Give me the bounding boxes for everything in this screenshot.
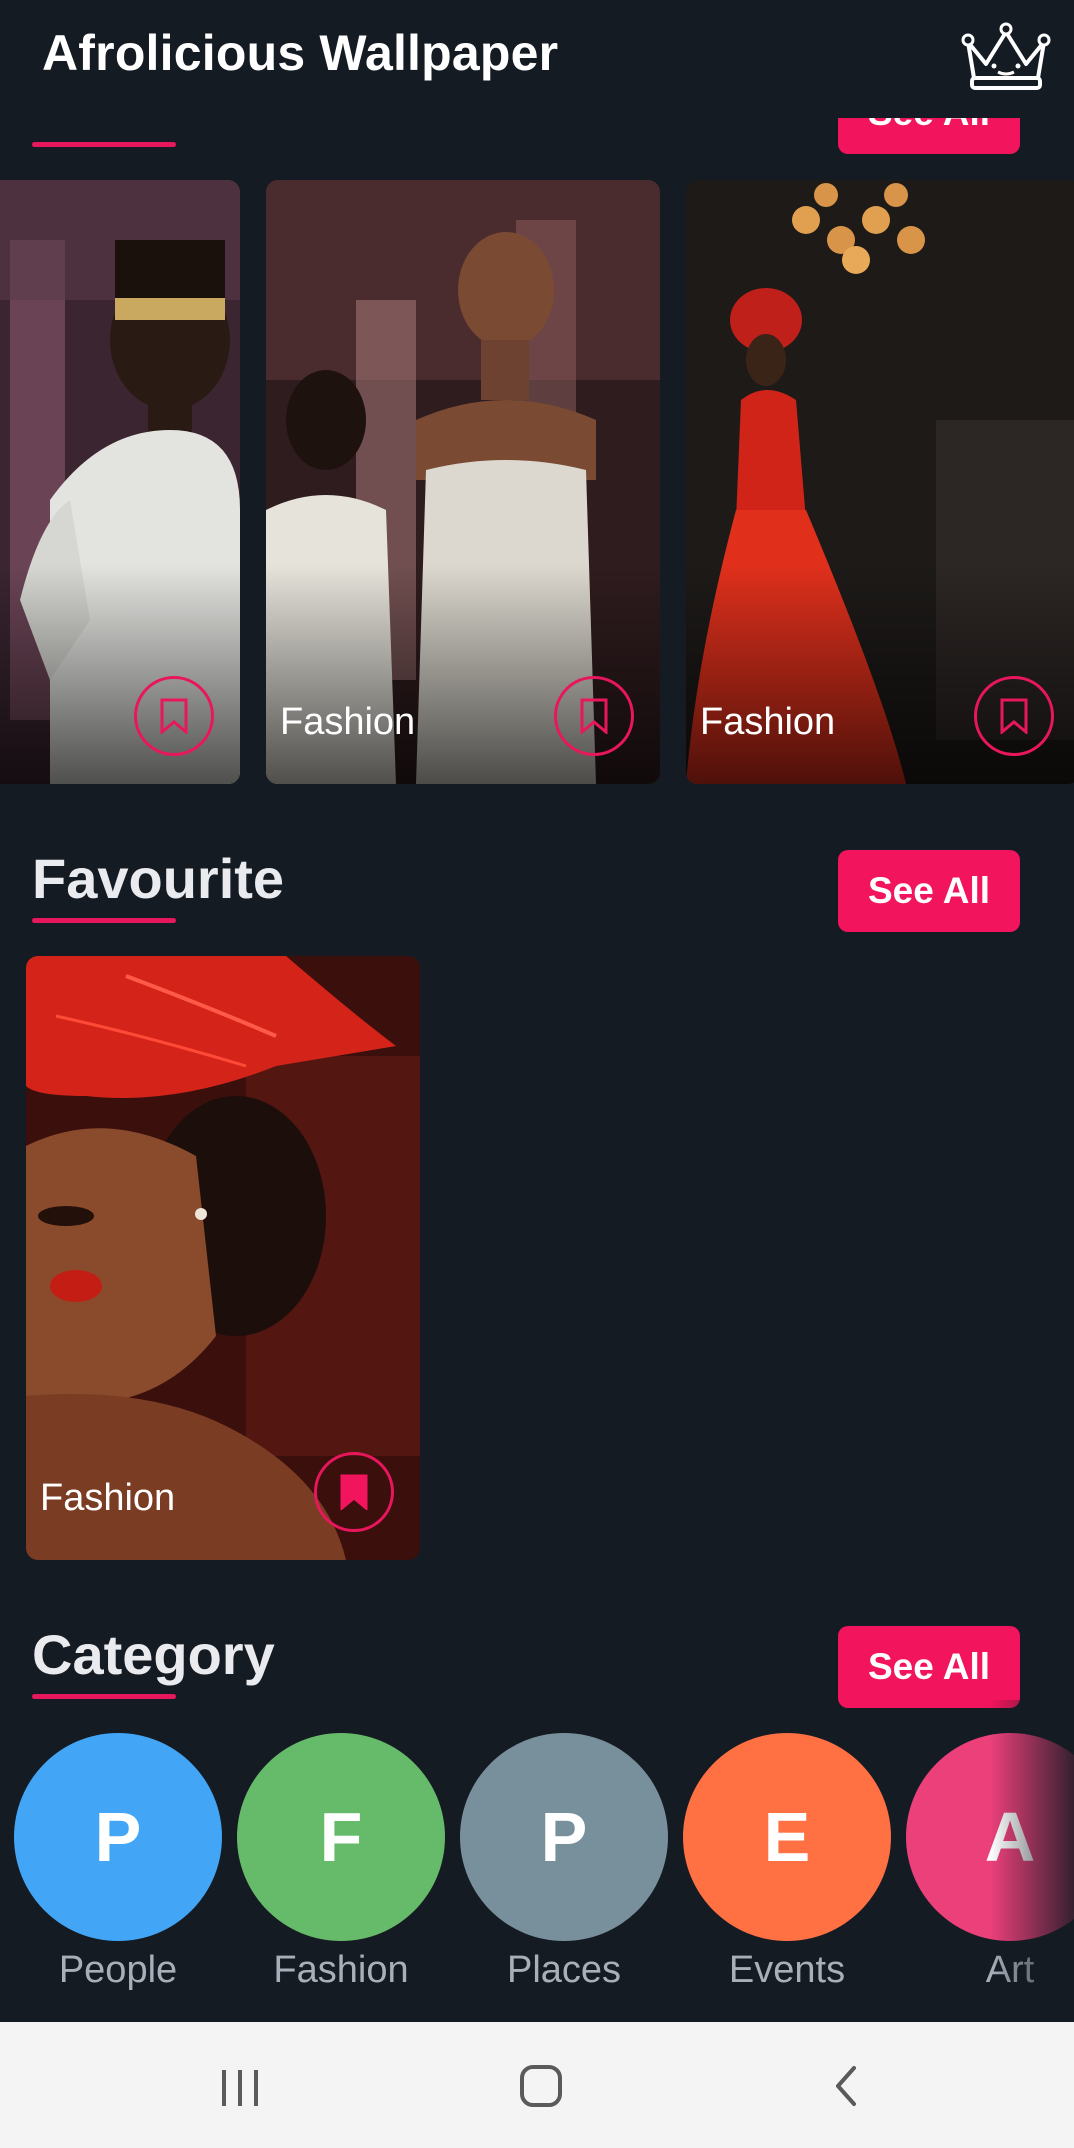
card-label: Fashion bbox=[40, 1477, 176, 1519]
category-title: Category bbox=[32, 1623, 275, 1686]
wallpaper-card[interactable]: Fashion bbox=[686, 180, 1074, 784]
category-item-fashion[interactable]: F Fashion bbox=[237, 1733, 445, 1992]
category-item-people[interactable]: P People bbox=[14, 1733, 222, 1992]
category-see-all-button[interactable]: See All bbox=[838, 1626, 1020, 1708]
back-icon bbox=[836, 2066, 856, 2106]
favourite-see-all-button[interactable]: See All bbox=[838, 850, 1020, 932]
category-item-places[interactable]: P Places bbox=[460, 1733, 668, 1992]
recent-apps-button[interactable] bbox=[210, 2058, 270, 2114]
card-label: Fashion bbox=[280, 701, 416, 743]
app-bar: Afrolicious Wallpaper bbox=[0, 0, 1074, 118]
category-label: Events bbox=[728, 1949, 846, 1991]
category-label: Fashion bbox=[273, 1949, 409, 1991]
bookmark-icon bbox=[1000, 698, 1028, 734]
scroll-fade bbox=[990, 1700, 1074, 2000]
top-section-underline bbox=[32, 142, 176, 147]
home-button[interactable] bbox=[512, 2058, 572, 2114]
category-avatar: E bbox=[683, 1733, 891, 1941]
crown-icon bbox=[961, 22, 1051, 90]
system-nav-bar bbox=[0, 2022, 1074, 2148]
category-avatar: F bbox=[237, 1733, 445, 1941]
card-shade bbox=[0, 564, 240, 784]
category-avatar: P bbox=[14, 1733, 222, 1941]
wallpaper-card[interactable]: Fashion bbox=[266, 180, 660, 784]
bookmark-button[interactable] bbox=[134, 676, 214, 756]
favourite-title: Favourite bbox=[32, 847, 285, 910]
premium-button[interactable] bbox=[958, 18, 1054, 94]
home-icon bbox=[520, 2065, 562, 2107]
bookmark-button[interactable] bbox=[554, 676, 634, 756]
category-label: People bbox=[58, 1949, 178, 1991]
favourite-underline bbox=[32, 918, 176, 923]
app-title: Afrolicious Wallpaper bbox=[42, 25, 559, 81]
bookmark-button[interactable] bbox=[974, 676, 1054, 756]
wallpaper-card[interactable] bbox=[0, 180, 240, 784]
category-underline bbox=[32, 1694, 176, 1699]
bookmark-icon bbox=[340, 1474, 368, 1510]
favourite-wallpaper-card[interactable]: Fashion bbox=[26, 956, 420, 1560]
back-button[interactable] bbox=[818, 2058, 878, 2114]
card-label: Fashion bbox=[700, 701, 836, 743]
category-avatar: P bbox=[460, 1733, 668, 1941]
recent-apps-icon bbox=[222, 2070, 258, 2106]
category-label: Places bbox=[506, 1949, 622, 1991]
bookmark-icon bbox=[160, 698, 188, 734]
category-item-events[interactable]: E Events bbox=[683, 1733, 891, 1992]
bookmark-button[interactable] bbox=[314, 1452, 394, 1532]
bookmark-icon bbox=[580, 698, 608, 734]
